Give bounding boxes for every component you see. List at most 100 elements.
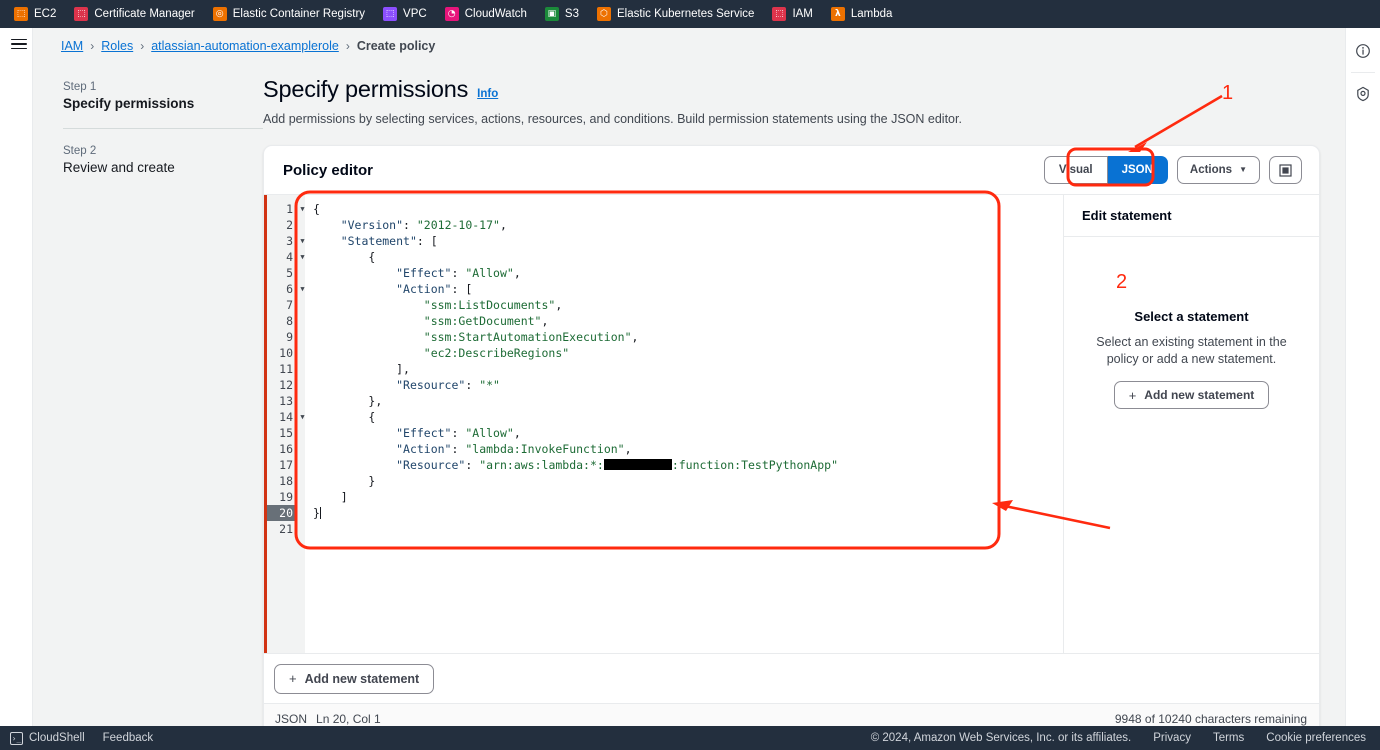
fold-toggle-icon[interactable]: ▼ xyxy=(297,249,308,265)
service-link-ec2[interactable]: ⬚ EC2 xyxy=(14,7,66,21)
service-link-label: VPC xyxy=(403,8,427,20)
service-link-elastic-container-registry[interactable]: ◎ Elastic Container Registry xyxy=(212,7,375,21)
line-number: 12 xyxy=(279,378,293,392)
service-link-label: S3 xyxy=(564,8,579,20)
panel-layout-icon xyxy=(1279,163,1292,177)
wizard-steps: Step 1 Specify permissions Step 2 Review… xyxy=(33,76,263,726)
elastic-kubernetes-service-icon: ⬡ xyxy=(597,7,611,21)
code-text: { xyxy=(313,202,320,216)
ec2-icon: ⬚ xyxy=(14,7,28,21)
code-line: 15 "Effect": "Allow", xyxy=(264,425,1063,441)
line-number: 8 xyxy=(286,314,293,328)
code-text: "Effect": "Allow", xyxy=(396,266,521,280)
status-left: JSON Ln 20, Col 1 xyxy=(275,712,381,726)
service-shortcut-bar: ⬚ EC2 ⬚ Certificate Manager ◎ Elastic Contain… xyxy=(0,0,1380,28)
cookie-preferences-link[interactable]: Cookie preferences xyxy=(1266,732,1366,744)
wizard-step-1[interactable]: Step 1 Specify permissions xyxy=(63,81,263,111)
settings-shield-icon[interactable] xyxy=(1348,79,1378,109)
status-character-count: 9948 of 10240 characters remaining xyxy=(1114,712,1307,726)
service-link-s3[interactable]: ▣ S3 xyxy=(544,7,589,21)
right-tool-rail xyxy=(1345,28,1380,726)
editor-status-bar: JSON Ln 20, Col 1 9948 of 10240 characte… xyxy=(264,703,1319,726)
page-content: IAM › Roles › atlassian-automation-examplero… xyxy=(33,28,1345,726)
service-link-iam[interactable]: ⬚ IAM xyxy=(772,7,822,21)
add-new-statement-button[interactable]: + Add new statement xyxy=(274,663,435,694)
info-link[interactable]: Info xyxy=(477,88,498,100)
iam-icon: ⬚ xyxy=(772,7,787,21)
wizard-step-2[interactable]: Step 2 Review and create xyxy=(63,145,263,175)
service-link-label: IAM xyxy=(792,8,813,20)
code-line: 13 }, xyxy=(264,393,1063,409)
policy-editor-header: Policy editor Visual JSON Actions ▼ xyxy=(264,146,1319,194)
s3-icon: ▣ xyxy=(544,7,559,21)
feedback-link[interactable]: Feedback xyxy=(103,732,154,744)
service-link-label: Elastic Kubernetes Service xyxy=(617,8,755,20)
elastic-container-registry-icon: ◎ xyxy=(212,7,227,21)
service-link-label: EC2 xyxy=(34,8,57,20)
breadcrumb-item-2[interactable]: atlassian-automation-examplerole xyxy=(151,39,339,53)
line-number: 19 xyxy=(279,490,293,504)
code-line: 10 "ec2:DescribeRegions" xyxy=(264,345,1063,361)
code-line: 17 "Resource": "arn:aws:lambda:*::functi… xyxy=(264,457,1063,473)
wizard-layout: Step 1 Specify permissions Step 2 Review… xyxy=(33,64,1345,726)
code-line: 9 "ssm:StartAutomationExecution", xyxy=(264,329,1063,345)
breadcrumb-item-0[interactable]: IAM xyxy=(61,39,83,53)
add-new-statement-label: Add new statement xyxy=(304,671,420,686)
json-tab-button[interactable]: JSON xyxy=(1107,156,1168,184)
code-text: "Action": "lambda:InvokeFunction", xyxy=(396,442,632,456)
cloudshell-button[interactable]: ›_ CloudShell xyxy=(10,731,85,745)
panel-add-statement-button[interactable]: + Add new statement xyxy=(1113,381,1270,409)
service-link-label: Elastic Container Registry xyxy=(232,8,366,20)
policy-editor-card: Policy editor Visual JSON Actions ▼ 1 ▼ … xyxy=(263,145,1320,726)
panel-add-statement-label: Add new statement xyxy=(1144,388,1255,402)
actions-dropdown-button[interactable]: Actions ▼ xyxy=(1176,156,1260,184)
code-line: 21 xyxy=(264,521,1063,537)
code-text: "ssm:ListDocuments", xyxy=(423,298,563,312)
rail-divider xyxy=(1351,72,1375,73)
fold-toggle-icon[interactable]: ▼ xyxy=(297,409,308,425)
service-link-elastic-kubernetes-service[interactable]: ⬡ Elastic Kubernetes Service xyxy=(597,7,764,21)
cloudshell-icon: ›_ xyxy=(10,731,23,745)
service-link-lambda[interactable]: λ Lambda xyxy=(830,7,903,21)
terms-link[interactable]: Terms xyxy=(1213,732,1244,744)
code-line: 20} xyxy=(264,505,1063,521)
fold-toggle-icon[interactable]: ▼ xyxy=(297,201,308,217)
service-link-vpc[interactable]: ⬚ VPC xyxy=(383,7,437,21)
info-icon[interactable] xyxy=(1348,36,1378,66)
empty-state-description: Select an existing statement in the poli… xyxy=(1096,335,1287,366)
left-nav-rail xyxy=(0,28,33,726)
page-footer: ›_ CloudShell Feedback © 2024, Amazon We… xyxy=(0,726,1380,750)
code-line: 19 ] xyxy=(264,489,1063,505)
footer-right: © 2024, Amazon Web Services, Inc. or its… xyxy=(871,732,1366,744)
vpc-icon: ⬚ xyxy=(383,7,398,21)
service-link-certificate-manager[interactable]: ⬚ Certificate Manager xyxy=(74,7,204,21)
line-number: 16 xyxy=(279,442,293,456)
line-number: 7 xyxy=(286,298,293,312)
code-text: }, xyxy=(368,394,383,408)
nav-menu-toggle-icon[interactable] xyxy=(8,33,30,55)
line-number: 6 xyxy=(286,282,293,296)
fold-toggle-icon[interactable]: ▼ xyxy=(297,233,308,249)
cloudshell-label: CloudShell xyxy=(29,732,85,744)
service-link-cloudwatch[interactable]: ◔ CloudWatch xyxy=(444,7,537,21)
fullscreen-toggle-button[interactable] xyxy=(1269,156,1302,184)
code-text: "Resource": "arn:aws:lambda:*::function:… xyxy=(396,458,838,472)
visual-tab-button[interactable]: Visual xyxy=(1043,156,1108,184)
json-code-editor[interactable]: 1 ▼{2 "Version": "2012-10-17", 3 ▼ "Stateme… xyxy=(264,195,1063,653)
code-text: "Resource": "*" xyxy=(396,378,500,392)
breadcrumb-item-3: Create policy xyxy=(356,39,436,53)
code-text: "Action": [ xyxy=(396,282,473,296)
step-1-name: Specify permissions xyxy=(63,96,195,111)
code-line: 11 ], xyxy=(264,361,1063,377)
main-column: Specify permissions Info Add permissions… xyxy=(263,76,1345,726)
certificate-manager-icon: ⬚ xyxy=(74,7,89,21)
code-line: 18 } xyxy=(264,473,1063,489)
page-heading-row: Specify permissions Info xyxy=(263,76,1320,103)
aws-console-page: ⬚ EC2 ⬚ Certificate Manager ◎ Elastic Contain… xyxy=(0,0,1380,750)
privacy-link[interactable]: Privacy xyxy=(1153,732,1191,744)
policy-editor-title: Policy editor xyxy=(283,161,374,179)
edit-statement-title: Edit statement xyxy=(1064,195,1319,237)
fold-toggle-icon[interactable]: ▼ xyxy=(297,281,308,297)
breadcrumb-item-1[interactable]: Roles xyxy=(101,39,133,53)
service-shortcut-list: ⬚ EC2 ⬚ Certificate Manager ◎ Elastic Contain… xyxy=(14,7,910,21)
